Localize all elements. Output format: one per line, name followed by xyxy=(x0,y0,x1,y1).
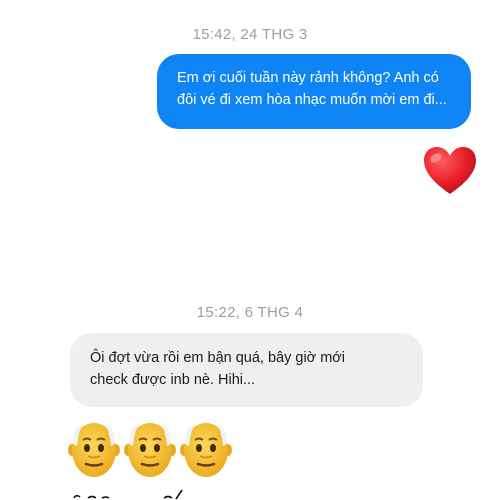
message-text-line: đôi vé đi xem hòa nhạc muốn mời em đi... xyxy=(177,92,447,108)
message-timestamp: 15:42, 24 THG 3 xyxy=(192,26,308,43)
outgoing-message-bubble[interactable]: Em ơi cuối tuần này rảnh không? Anh có đ… xyxy=(157,54,471,129)
message-text-line: Em ơi cuối tuần này rảnh không? Anh có xyxy=(177,70,439,86)
older-man-emoji-icon[interactable] xyxy=(124,418,176,478)
message-text-line: Ôi đợt vừa rồi em bận quá, bây giờ mới xyxy=(90,350,346,366)
emoji-reply-row xyxy=(68,418,232,478)
message-timestamp: 15:22, 6 THG 4 xyxy=(196,304,304,321)
incoming-message-bubble[interactable]: Ôi đợt vừa rồi em bận quá, bây giờ mới c… xyxy=(70,333,423,407)
older-man-emoji-icon[interactable] xyxy=(68,418,120,478)
message-text-line: check được inb nè. Hihi... xyxy=(90,372,256,388)
cut-off-handwritten-text xyxy=(73,489,183,500)
red-heart-icon[interactable] xyxy=(423,146,477,196)
chat-thread: 15:42, 24 THG 3 Em ơi cuối tuần này rảnh… xyxy=(0,0,500,500)
older-man-emoji-icon[interactable] xyxy=(180,418,232,478)
